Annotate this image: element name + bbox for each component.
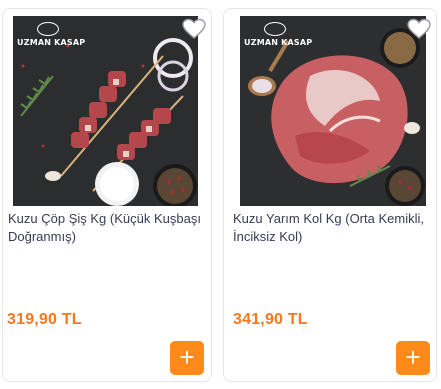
brand-logo: UZMAN KASAP [17, 22, 86, 56]
add-to-cart-button[interactable]: + [396, 341, 430, 375]
product-card[interactable]: UZMAN KASAP Kuzu Yarım Kol Kg (Orta Kemi… [223, 8, 437, 382]
product-image[interactable]: UZMAN KASAP [240, 16, 426, 206]
product-card[interactable]: UZMAN KASAP Kuzu Çöp Şiş Kg (Küçük Kuşba… [2, 8, 212, 382]
favorite-heart-icon[interactable] [181, 17, 207, 41]
logo-emblem-icon [37, 22, 59, 36]
favorite-heart-icon[interactable] [406, 17, 432, 41]
plus-icon: + [179, 342, 195, 372]
product-price: 341,90 TL [233, 311, 308, 328]
product-image[interactable]: UZMAN KASAP [13, 16, 198, 206]
add-to-cart-button[interactable]: + [170, 341, 204, 375]
product-grid: UZMAN KASAP Kuzu Çöp Şiş Kg (Küçük Kuşba… [0, 0, 441, 389]
brand-logo: UZMAN KASAP [244, 22, 313, 56]
product-name[interactable]: Kuzu Yarım Kol Kg (Orta Kemikli, İnciksi… [233, 210, 430, 246]
plus-icon: + [405, 342, 421, 372]
logo-emblem-icon [264, 22, 286, 36]
logo-text: UZMAN KASAP [17, 38, 86, 47]
product-price: 319,90 TL [7, 311, 82, 328]
product-name[interactable]: Kuzu Çöp Şiş Kg (Küçük Kuşbaşı Doğranmış… [8, 210, 205, 246]
logo-text: UZMAN KASAP [244, 38, 313, 47]
